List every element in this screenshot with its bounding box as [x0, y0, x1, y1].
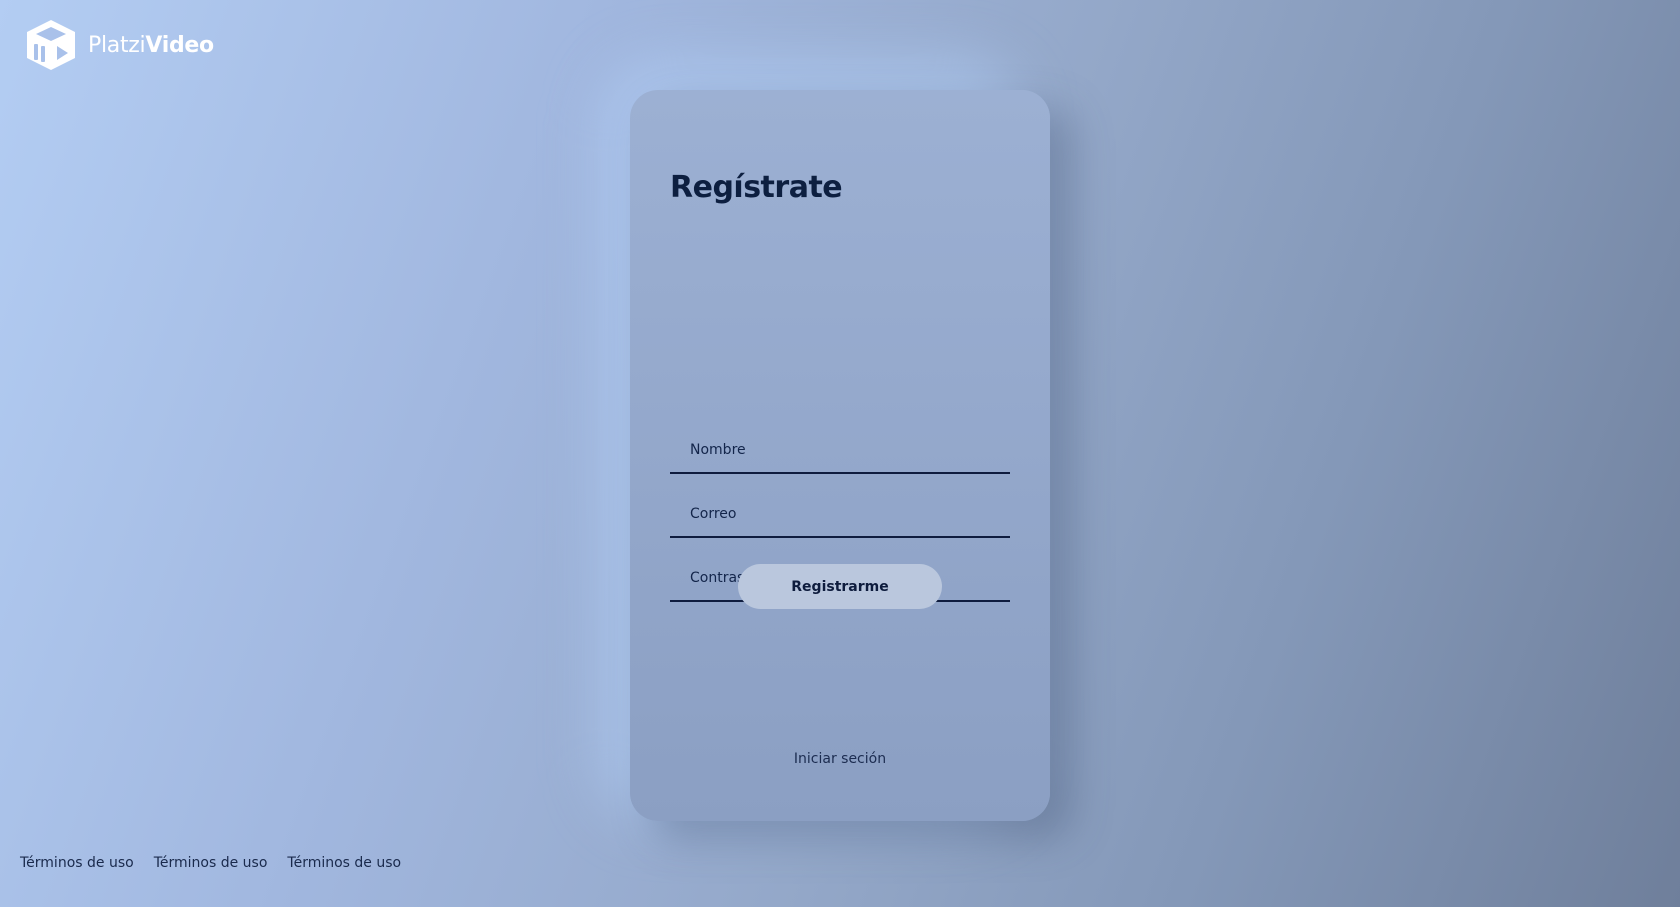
footer-terms-link[interactable]: Términos de uso [20, 855, 134, 871]
footer-terms-link[interactable]: Términos de uso [287, 855, 401, 871]
footer: Términos de uso Términos de uso Términos… [20, 855, 401, 871]
brand-logo[interactable]: PlatziVideo [24, 18, 214, 72]
email-input[interactable] [670, 492, 1010, 538]
name-input[interactable] [670, 428, 1010, 474]
register-title: Regístrate [670, 170, 843, 205]
cube-play-icon [27, 20, 75, 70]
login-link[interactable]: Iniciar seción [630, 751, 1050, 767]
register-button[interactable]: Registrarme [738, 564, 942, 609]
footer-terms-link[interactable]: Términos de uso [154, 855, 268, 871]
brand-name: PlatziVideo [88, 32, 214, 58]
register-card: Regístrate Registrarme Iniciar seción [630, 90, 1050, 821]
